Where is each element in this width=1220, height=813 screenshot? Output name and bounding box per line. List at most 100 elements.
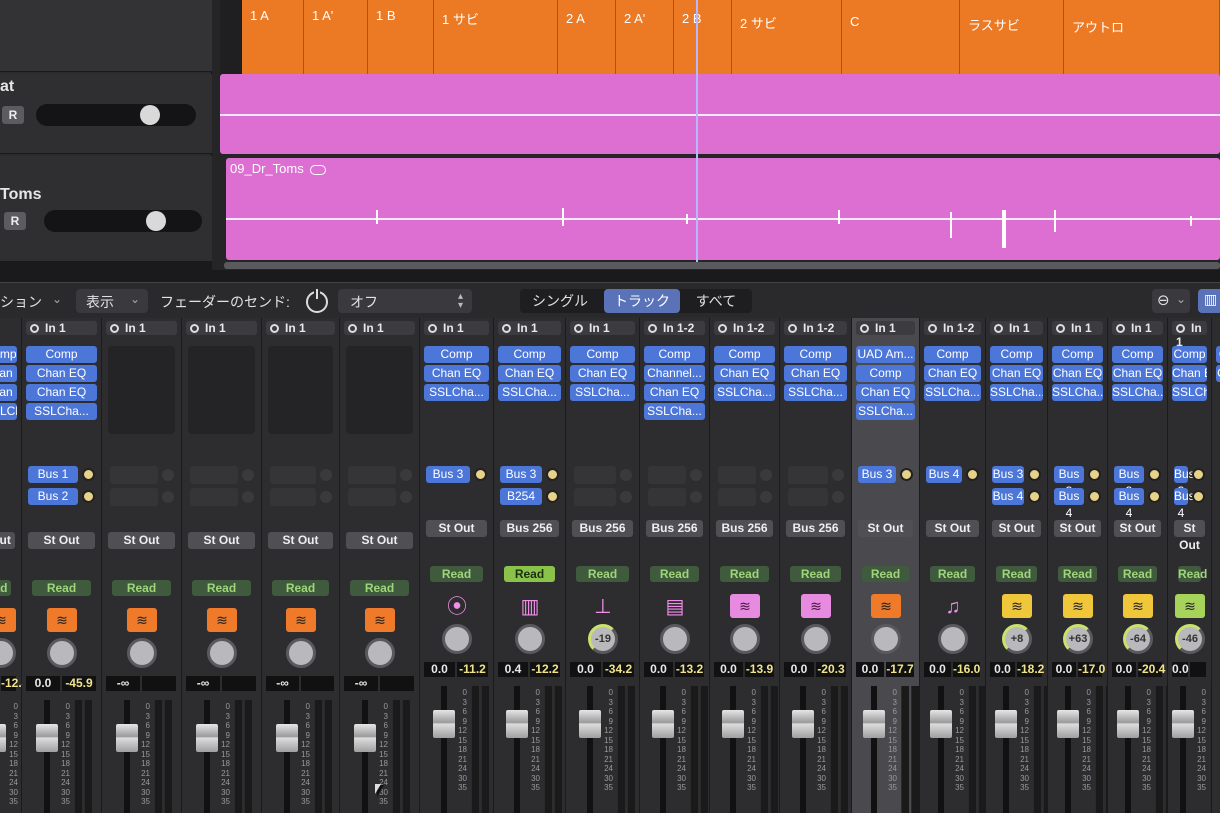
output-slot[interactable]: Bus 256 <box>572 520 633 537</box>
plugin-slot[interactable]: Chan <box>1216 365 1220 382</box>
send-level-knob[interactable] <box>1148 490 1161 503</box>
plugin-slot[interactable]: Comp <box>1112 346 1163 363</box>
plugin-slot[interactable]: Com <box>1216 346 1220 363</box>
track-volume-slider[interactable] <box>36 104 196 126</box>
automation-mode-button[interactable]: Read <box>650 566 699 582</box>
pan-knob[interactable] <box>47 638 77 668</box>
track-header-toms[interactable]: Toms R <box>0 156 212 262</box>
plugin-slot[interactable]: Comp <box>784 346 847 363</box>
pan-knob[interactable]: -64 <box>1123 624 1153 654</box>
send-slot[interactable]: Bus 4 <box>992 488 1024 505</box>
output-slot[interactable]: Bus 256 <box>786 520 845 537</box>
volume-fader[interactable] <box>506 710 528 738</box>
plugin-slot[interactable]: Chan EQ <box>498 365 561 382</box>
plugin-slot[interactable]: Chan EQ <box>0 365 17 382</box>
plugin-slot[interactable]: SSLCha... <box>0 403 17 420</box>
automation-mode-button[interactable]: Read <box>930 566 975 582</box>
input-slot[interactable]: In 1 <box>106 321 177 335</box>
empty-send-slot[interactable] <box>110 466 158 484</box>
horizontal-scrollbar[interactable] <box>224 262 1220 269</box>
plugin-slot[interactable]: SSLCha... <box>26 403 97 420</box>
plugin-slot[interactable]: SSLCha... <box>784 384 847 401</box>
output-slot[interactable]: St Out <box>1054 520 1101 537</box>
send-slot[interactable]: Bus 3 <box>992 466 1024 483</box>
input-slot[interactable]: In 1 <box>26 321 97 335</box>
send-level-knob[interactable] <box>900 468 913 481</box>
plugin-slot[interactable]: Chan EQ <box>26 384 97 401</box>
send-level-knob[interactable] <box>82 490 95 503</box>
output-slot[interactable]: St Out <box>28 532 95 549</box>
pan-knob[interactable]: -19 <box>588 624 618 654</box>
automation-mode-button[interactable]: Read <box>1118 566 1157 582</box>
output-slot[interactable]: St Out <box>858 520 913 537</box>
volume-fader[interactable] <box>36 724 58 752</box>
volume-fader[interactable] <box>196 724 218 752</box>
playhead[interactable] <box>696 0 698 262</box>
seg-track[interactable]: トラック <box>604 289 680 313</box>
send-slot[interactable]: Bus 2 <box>28 488 78 505</box>
volume-fader[interactable] <box>276 724 298 752</box>
pan-knob[interactable] <box>207 638 237 668</box>
empty-insert-area[interactable] <box>188 346 255 434</box>
empty-send-slot[interactable] <box>270 488 316 506</box>
volume-fader[interactable] <box>116 724 138 752</box>
automation-mode-button[interactable]: Read <box>790 566 841 582</box>
automation-mode-button[interactable]: Read <box>1058 566 1097 582</box>
send-level-knob[interactable] <box>1148 468 1161 481</box>
send-level-knob[interactable] <box>474 468 487 481</box>
send-level-knob[interactable] <box>1088 468 1101 481</box>
send-level-knob[interactable] <box>546 490 559 503</box>
send-slot[interactable]: Bus 1 <box>28 466 78 483</box>
volume-fader[interactable] <box>433 710 455 738</box>
empty-send-slot[interactable] <box>574 488 616 506</box>
send-level-knob[interactable] <box>1028 468 1041 481</box>
automation-mode-button[interactable]: Read <box>112 580 171 596</box>
input-slot[interactable]: In 1-2 <box>784 321 847 335</box>
output-slot[interactable]: St Out <box>926 520 979 537</box>
volume-fader[interactable] <box>579 710 601 738</box>
filter-menu[interactable]: ⊖ ⌄ <box>1152 289 1190 313</box>
input-slot[interactable]: In 1 <box>570 321 635 335</box>
volume-fader[interactable] <box>1117 710 1139 738</box>
plugin-slot[interactable]: Chan EQ <box>784 365 847 382</box>
audio-region-toms[interactable]: 09_Dr_Toms <box>226 158 1220 260</box>
plugin-slot[interactable]: Chan EQ <box>1172 365 1207 382</box>
volume-fader[interactable] <box>995 710 1017 738</box>
plugin-slot[interactable]: Comp <box>924 346 981 363</box>
automation-mode-button[interactable]: Read <box>504 566 555 582</box>
send-slot[interactable]: Bus 3 <box>500 466 542 483</box>
seg-single[interactable]: シングル <box>524 289 596 313</box>
plugin-slot[interactable]: Chan EQ <box>1052 365 1103 382</box>
plugin-slot[interactable]: Comp <box>714 346 775 363</box>
empty-send-slot[interactable] <box>348 488 396 506</box>
plugin-slot[interactable]: SSLCha... <box>1052 384 1103 401</box>
pan-knob[interactable]: +63 <box>1063 624 1093 654</box>
plugin-slot[interactable]: SSLCha... <box>1112 384 1163 401</box>
send-level-knob[interactable] <box>82 468 95 481</box>
pan-knob[interactable] <box>660 624 690 654</box>
send-level-knob[interactable] <box>1088 490 1101 503</box>
pan-knob[interactable]: -46 <box>1175 624 1205 654</box>
send-level-knob[interactable] <box>546 468 559 481</box>
fader-send-select[interactable]: オフ ▴ ▾ <box>338 289 472 313</box>
plugin-slot[interactable]: Chan EQ <box>990 365 1043 382</box>
input-slot[interactable]: In 1 <box>498 321 561 335</box>
volume-fader[interactable] <box>354 724 376 752</box>
send-slot[interactable]: Bus 3 <box>1054 466 1084 498</box>
track-volume-slider[interactable] <box>44 210 202 232</box>
empty-send-slot[interactable] <box>718 466 756 484</box>
volume-fader[interactable] <box>652 710 674 738</box>
plugin-slot[interactable]: SSLCha... <box>856 403 915 420</box>
plugin-slot[interactable]: SSLCha... <box>714 384 775 401</box>
plugin-slot[interactable]: SSLCha... <box>990 384 1043 401</box>
send-slot[interactable]: Bus 3 <box>1174 466 1195 498</box>
mixer-layout-button[interactable]: ▥ <box>1198 289 1220 313</box>
audio-region-hihat[interactable] <box>220 74 1220 154</box>
pan-knob[interactable] <box>442 624 472 654</box>
send-slot[interactable]: B254 <box>500 488 542 505</box>
empty-send-slot[interactable] <box>110 488 158 506</box>
plugin-slot[interactable]: SSLCha... <box>644 403 705 420</box>
input-slot[interactable]: In 1 <box>1172 321 1207 349</box>
plugin-slot[interactable]: Comp <box>26 346 97 363</box>
view-menu[interactable]: 表示 ⌄ <box>76 289 148 313</box>
